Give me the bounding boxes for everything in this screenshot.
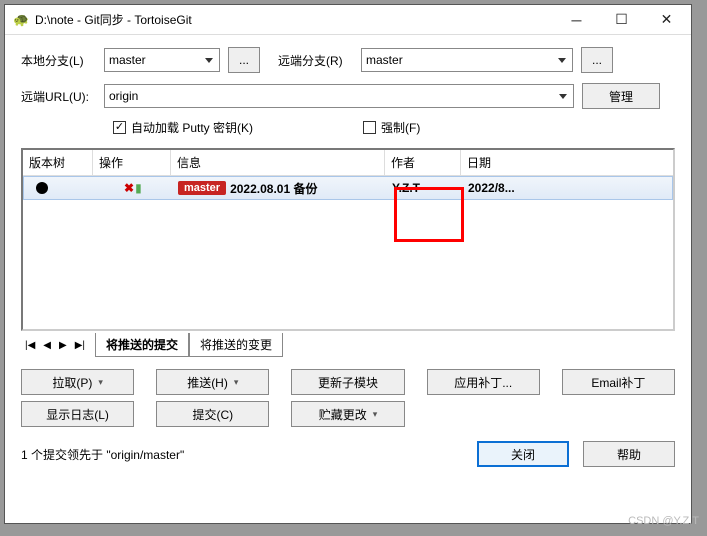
- th-author[interactable]: 作者: [385, 150, 461, 175]
- nav-last-button[interactable]: ▶|: [71, 338, 89, 353]
- app-icon: [13, 12, 29, 28]
- tab-changes[interactable]: 将推送的变更: [189, 333, 283, 357]
- commit-message: 2022.08.01 备份: [230, 180, 317, 197]
- close-dialog-button[interactable]: 关闭: [477, 441, 569, 467]
- submodule-button[interactable]: 更新子模块: [291, 369, 404, 395]
- commit-button[interactable]: 提交(C): [156, 401, 269, 427]
- local-branch-browse-button[interactable]: ...: [228, 47, 260, 73]
- remote-branch-browse-button[interactable]: ...: [581, 47, 613, 73]
- manage-button[interactable]: 管理: [582, 83, 660, 109]
- nav-first-button[interactable]: |◀: [21, 338, 39, 353]
- th-tree[interactable]: 版本树: [23, 150, 93, 175]
- show-log-button[interactable]: 显示日志(L): [21, 401, 134, 427]
- close-button[interactable]: ✕: [644, 6, 689, 34]
- putty-key-checkbox[interactable]: 自动加载 Putty 密钥(K): [113, 119, 253, 136]
- push-button[interactable]: 推送(H): [156, 369, 269, 395]
- remote-branch-label: 远端分支(R): [278, 52, 353, 69]
- minimize-button[interactable]: ─: [554, 6, 599, 34]
- local-branch-label: 本地分支(L): [21, 52, 96, 69]
- local-branch-combo[interactable]: master: [104, 48, 220, 72]
- checkbox-checked-icon: [113, 121, 126, 134]
- table-row[interactable]: ✖▮ master 2022.08.01 备份 Y.Z.T 2022/8...: [23, 176, 673, 200]
- remote-url-label: 远端URL(U):: [21, 88, 96, 105]
- apply-patch-button[interactable]: 应用补丁...: [427, 369, 540, 395]
- th-date[interactable]: 日期: [461, 150, 531, 175]
- watermark: CSDN @Y.Z.T: [628, 515, 699, 527]
- nav-next-button[interactable]: ▶: [55, 338, 71, 353]
- th-op[interactable]: 操作: [93, 150, 171, 175]
- db-op-icon: ▮: [135, 181, 142, 195]
- titlebar: D:\note - Git同步 - TortoiseGit ─ ☐ ✕: [5, 5, 691, 35]
- remote-url-combo[interactable]: origin: [104, 84, 574, 108]
- commit-node-icon: [36, 182, 48, 194]
- commit-date: 2022/8...: [462, 179, 532, 197]
- branch-tag: master: [178, 181, 226, 195]
- nav-prev-button[interactable]: ◀: [39, 338, 55, 353]
- commit-table[interactable]: 版本树 操作 信息 作者 日期 ✖▮ master 2022.08.01 备份 …: [21, 148, 675, 331]
- maximize-button[interactable]: ☐: [599, 6, 644, 34]
- help-button[interactable]: 帮助: [583, 441, 675, 467]
- pull-button[interactable]: 拉取(P): [21, 369, 134, 395]
- commit-author: Y.Z.T: [386, 179, 462, 197]
- remote-branch-combo[interactable]: master: [361, 48, 573, 72]
- stash-button[interactable]: 贮藏更改: [291, 401, 404, 427]
- th-msg[interactable]: 信息: [171, 150, 385, 175]
- table-header: 版本树 操作 信息 作者 日期: [23, 150, 673, 176]
- delete-op-icon: ✖: [124, 181, 134, 195]
- tab-commits[interactable]: 将推送的提交: [95, 333, 189, 357]
- force-checkbox[interactable]: 强制(F): [363, 119, 420, 136]
- window-title: D:\note - Git同步 - TortoiseGit: [35, 11, 554, 28]
- status-text: 1 个提交领先于 "origin/master": [21, 446, 184, 463]
- email-patch-button[interactable]: Email补丁: [562, 369, 675, 395]
- checkbox-unchecked-icon: [363, 121, 376, 134]
